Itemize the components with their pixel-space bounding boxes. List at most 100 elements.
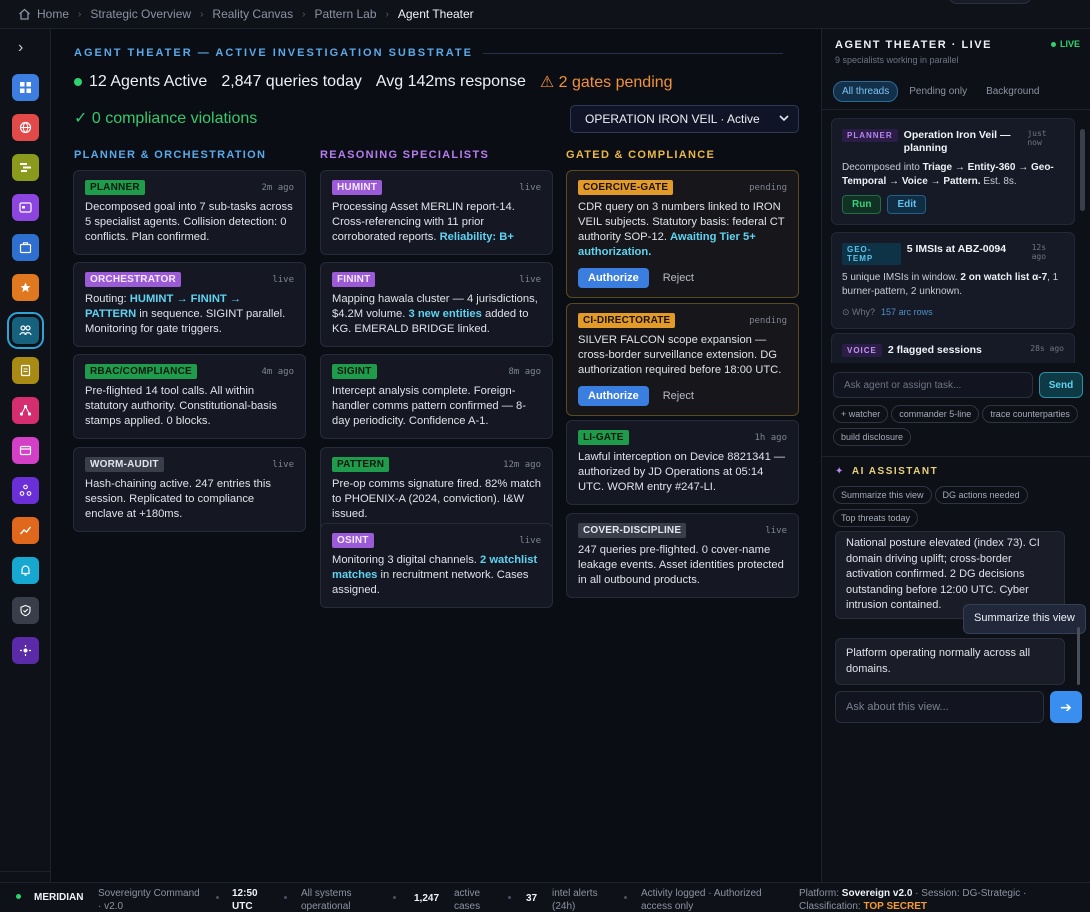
agent-card-osint[interactable]: OSINT live Monitoring 3 digital channels.… [320,523,553,608]
shield-icon[interactable] [12,597,39,624]
globe-icon[interactable] [12,114,39,141]
trend-icon[interactable] [12,517,39,544]
thread-geo-temp[interactable]: GEO-TEMP 5 IMSIs at ABZ-0094 12s ago 5 u… [831,232,1075,329]
canvas-icon[interactable] [12,194,39,221]
reject-button[interactable]: Reject [663,272,694,284]
network-icon[interactable] [12,397,39,424]
status-dot-icon [16,894,21,899]
section-title-text: AGENT THEATER — ACTIVE INVESTIGATION SUB… [74,47,473,59]
gate-time: pending [749,182,787,193]
agent-theater-icon[interactable] [7,312,44,349]
gates-pending[interactable]: ⚠ 2 gates pending [540,72,673,92]
operation-select[interactable]: OPERATION IRON VEIL · Active [570,105,799,133]
chip-summarize-view[interactable]: Summarize this view [833,486,932,504]
column-header-gated: GATED & COMPLIANCE [566,149,716,161]
agent-time: live [519,535,541,546]
gate-tag: CI-DIRECTORATE [578,313,676,328]
queries-today: 2,847 queries today [221,73,362,90]
agent-card-worm-audit[interactable]: WORM-AUDIT live Hash-chaining active. 247… [73,447,306,532]
live-indicator: LIVE [1050,39,1080,49]
gate-card-coercive[interactable]: COERCIVE-GATE pending CDR query on 3 numb… [566,170,799,298]
ask-agent-input[interactable]: Ask agent or assign task... [833,372,1033,398]
ai-assistant-title: ✦ AI ASSISTANT [835,466,938,477]
card-icon[interactable] [12,437,39,464]
chat-scrollbar[interactable] [1077,627,1080,685]
breadcrumb-strategic-overview[interactable]: Strategic Overview [90,7,191,21]
authorize-button[interactable]: Authorize [578,268,649,288]
filter-background[interactable]: Background [978,82,1047,101]
filter-all-threads[interactable]: All threads [833,81,899,102]
thread-title: 5 IMSIs at ABZ-0094 [906,243,1007,255]
chip-trace-counterparties[interactable]: trace counterparties [982,405,1078,423]
gate-card-cover-discipline[interactable]: COVER-DISCIPLINE live 247 queries pre-fli… [566,513,799,598]
agent-card-orchestrator[interactable]: ORCHESTRATOR live Routing: HUMINT → FININ… [73,262,306,347]
timeline-icon[interactable] [12,154,39,181]
product-line-1: Sovereignty Command [98,888,200,899]
briefcase-icon[interactable] [12,234,39,261]
thread-planner[interactable]: PLANNER Operation Iron Veil — planning j… [831,118,1075,225]
filter-pending-only[interactable]: Pending only [901,82,975,101]
agent-card-planner[interactable]: PLANNER 2m ago Decomposed goal into 7 sub… [73,170,306,255]
alerts-label-1: intel alerts [552,888,598,899]
dashboard-icon[interactable] [12,74,39,101]
classification-value: TOP SECRET [863,901,928,912]
chip-commander-5-line[interactable]: commander 5-line [891,405,980,423]
settings-icon[interactable] [12,637,39,664]
ask-view-input[interactable]: Ask about this view... [835,691,1044,723]
top-search-pill[interactable] [948,0,1032,4]
arc-rows-count[interactable]: 157 arc rows [881,307,933,317]
chip-build-disclosure[interactable]: build disclosure [833,428,912,446]
gate-tag: COVER-DISCIPLINE [578,523,687,538]
graph-icon[interactable] [12,477,39,504]
breadcrumb-pattern-lab[interactable]: Pattern Lab [314,7,376,21]
compliance-status: ✓ 0 compliance violations [74,110,258,127]
agent-time: live [272,274,294,285]
gate-time: live [765,525,787,536]
why-link[interactable]: ⊙ Why? 157 arc rows [842,307,1064,318]
breadcrumb-reality-canvas[interactable]: Reality Canvas [212,7,293,21]
alerts-label: intel alerts (24h) [552,887,598,912]
title-rule [483,52,783,54]
gate-time: pending [749,315,787,326]
user-message: Summarize this view [963,604,1086,634]
why-label: ⊙ Why? [842,307,876,317]
classification-label: Classification: [799,901,864,912]
authorize-button[interactable]: Authorize [578,386,649,406]
reject-button[interactable]: Reject [663,390,694,402]
column-header-reasoning: REASONING SPECIALISTS [320,149,490,161]
home-icon[interactable] [18,8,31,20]
chip-add-watcher[interactable]: + watcher [833,405,889,423]
gate-card-ci-directorate[interactable]: CI-DIRECTORATE pending SILVER FALCON scop… [566,303,799,416]
document-icon[interactable] [12,357,39,384]
submit-arrow-button[interactable]: ➔ [1050,691,1082,723]
thread-voice[interactable]: VOICE 2 flagged sessions 28s ago [831,333,1075,363]
agent-card-humint[interactable]: HUMINT live Processing Asset MERLIN repor… [320,170,553,255]
thread-tag: VOICE [842,344,882,357]
chip-dg-actions[interactable]: DG actions needed [934,486,1028,504]
agent-card-sigint[interactable]: SIGINT 8m ago Intercept analysis complete… [320,354,553,439]
agent-tag: ORCHESTRATOR [85,272,181,287]
thread-title: Operation Iron Veil — planning [903,129,1011,154]
chip-top-threats[interactable]: Top threats today [833,509,919,527]
panel-subtitle: 9 specialists working in parallel [835,55,959,65]
agent-card-finint[interactable]: FININT live Mapping hawala cluster — 4 ju… [320,262,553,347]
thread-scrollbar[interactable] [1080,129,1085,211]
ask-agent-row: Ask agent or assign task... Send [833,372,1083,398]
breadcrumb-separator: › [302,8,306,20]
send-button[interactable]: Send [1039,372,1083,398]
star-icon[interactable] [12,274,39,301]
gate-text: 247 queries pre-flighted. 0 cover-name l… [578,544,784,586]
bell-icon[interactable] [12,557,39,584]
thread-list[interactable]: PLANNER Operation Iron Veil — planning j… [831,115,1075,363]
thread-time: 12s ago [1031,243,1047,261]
gate-text: CDR query on 3 numbers linked to IRON VE… [578,200,787,260]
agent-card-pattern[interactable]: PATTERN 12m ago Pre-op comms signature fi… [320,447,553,532]
agent-card-rbac[interactable]: RBAC/COMPLIANCE 4m ago Pre-flighted 14 to… [73,354,306,439]
expand-rail-icon[interactable]: › [18,39,23,57]
edit-button[interactable]: Edit [887,195,927,214]
gate-card-li[interactable]: LI-GATE 1h ago Lawful interception on Dev… [566,420,799,505]
breadcrumb-home[interactable]: Home [37,7,69,21]
utc-clock: 12:50 UTC [232,887,258,912]
agent-time: live [519,182,541,193]
run-button[interactable]: Run [842,195,882,214]
